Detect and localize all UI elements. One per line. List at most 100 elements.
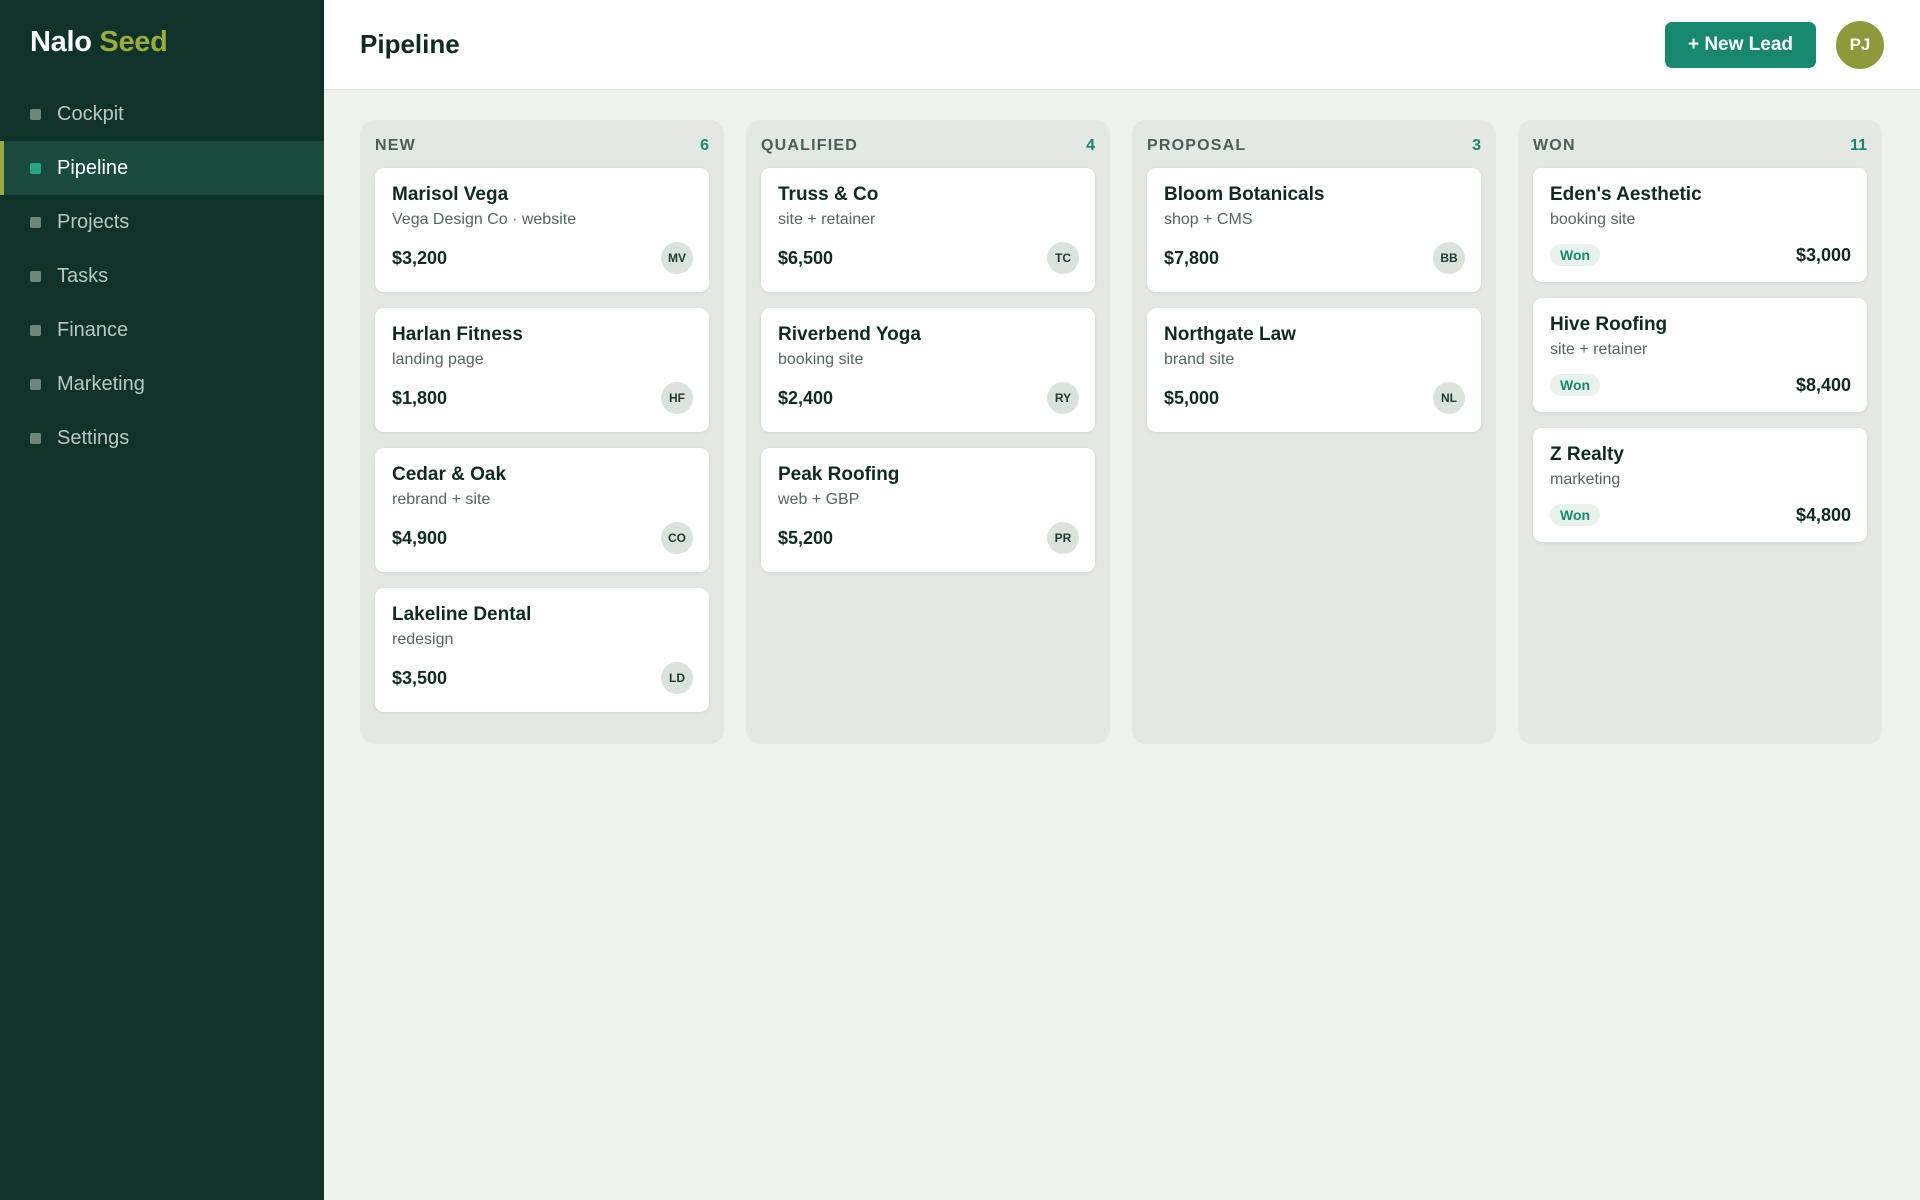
square-bullet-icon [30, 379, 41, 390]
lead-card[interactable]: Riverbend Yoga booking site $2,400 RY [761, 308, 1095, 432]
lead-name: Hive Roofing [1550, 314, 1668, 335]
sidebar-item-label: Tasks [57, 264, 109, 287]
sidebar-item-label: Settings [57, 426, 130, 449]
lead-value: $6,500 [778, 247, 834, 268]
lead-name: Truss & Co [778, 184, 879, 205]
lead-avatar: CO [661, 522, 693, 554]
lead-avatar: TC [1047, 242, 1079, 274]
won-badge: Won [1550, 504, 1601, 526]
lead-name: Riverbend Yoga [778, 324, 921, 345]
brand-accent: Seed [99, 26, 168, 58]
lead-description: booking site [1550, 211, 1636, 228]
sidebar-nav: Cockpit Pipeline Projects Tasks Finance … [0, 87, 324, 465]
lead-description: marketing [1550, 471, 1621, 488]
lead-card[interactable]: Cedar & Oak rebrand + site $4,900 CO [375, 448, 709, 572]
top-bar: Pipeline + New Lead PJ [324, 0, 1920, 90]
won-badge: Won [1550, 374, 1601, 396]
lead-name: Eden's Aesthetic [1550, 184, 1702, 205]
column-won: WON 11 Eden's Aesthetic booking site Won… [1518, 120, 1882, 744]
lead-card[interactable]: Marisol Vega Vega Design Co · website $3… [375, 168, 709, 292]
lead-value: $5,000 [1164, 387, 1220, 408]
lead-card[interactable]: Hive Roofing site + retainer Won $8,400 [1533, 298, 1867, 412]
column-new: NEW 6 Marisol Vega Vega Design Co · webs… [360, 120, 724, 744]
brand-name: Nalo [30, 26, 92, 58]
lead-card[interactable]: Lakeline Dental redesign $3,500 LD [375, 588, 709, 712]
sidebar-item-finance[interactable]: Finance [0, 303, 324, 357]
lead-name: Marisol Vega [392, 184, 509, 205]
lead-name: Z Realty [1550, 444, 1624, 465]
lead-avatar: MV [661, 242, 693, 274]
brand-logo[interactable]: Nalo Seed [30, 26, 168, 59]
sidebar-item-label: Marketing [57, 372, 145, 395]
sidebar-item-marketing[interactable]: Marketing [0, 357, 324, 411]
lead-avatar: PR [1047, 522, 1079, 554]
sidebar-item-projects[interactable]: Projects [0, 195, 324, 249]
lead-avatar: LD [661, 662, 693, 694]
lead-name: Lakeline Dental [392, 604, 532, 625]
lead-card[interactable]: Eden's Aesthetic booking site Won $3,000 [1533, 168, 1867, 282]
lead-value: $3,500 [392, 667, 448, 688]
sidebar: Nalo Seed Cockpit Pipeline Projects Task… [0, 0, 324, 1200]
column-qualified: QUALIFIED 4 Truss & Co site + retainer $… [746, 120, 1110, 744]
square-bullet-icon [30, 325, 41, 336]
lead-card[interactable]: Peak Roofing web + GBP $5,200 PR [761, 448, 1095, 572]
lead-description: shop + CMS [1164, 211, 1253, 228]
column-count: 6 [700, 137, 709, 154]
lead-description: site + retainer [778, 211, 876, 228]
column-header: PROPOSAL 3 [1147, 134, 1481, 158]
square-bullet-icon [30, 217, 41, 228]
lead-description: rebrand + site [392, 491, 491, 508]
new-lead-button[interactable]: + New Lead [1665, 22, 1816, 68]
lead-value: $3,000 [1795, 244, 1851, 265]
lead-value: $5,200 [778, 527, 834, 548]
lead-description: landing page [392, 351, 484, 368]
column-header: NEW 6 [375, 134, 709, 158]
square-bullet-icon [30, 271, 41, 282]
lead-description: booking site [778, 351, 864, 368]
square-bullet-icon [30, 433, 41, 444]
user-avatar[interactable]: PJ [1836, 21, 1884, 69]
sidebar-item-label: Pipeline [57, 156, 129, 179]
column-title: WON [1533, 137, 1576, 154]
sidebar-item-pipeline[interactable]: Pipeline [0, 141, 324, 195]
column-proposal: PROPOSAL 3 Bloom Botanicals shop + CMS $… [1132, 120, 1496, 744]
lead-name: Cedar & Oak [392, 464, 507, 485]
lead-description: site + retainer [1550, 341, 1648, 358]
lead-description: Vega Design Co · website [392, 211, 577, 228]
sidebar-item-tasks[interactable]: Tasks [0, 249, 324, 303]
sidebar-item-cockpit[interactable]: Cockpit [0, 87, 324, 141]
column-title: QUALIFIED [761, 137, 859, 154]
sidebar-item-label: Projects [57, 210, 130, 233]
lead-value: $4,800 [1795, 504, 1851, 525]
sidebar-item-label: Cockpit [57, 102, 124, 125]
lead-card[interactable]: Z Realty marketing Won $4,800 [1533, 428, 1867, 542]
column-title: NEW [375, 137, 416, 154]
column-header: QUALIFIED 4 [761, 134, 1095, 158]
column-count: 3 [1472, 137, 1481, 154]
lead-card[interactable]: Harlan Fitness landing page $1,800 HF [375, 308, 709, 432]
sidebar-item-settings[interactable]: Settings [0, 411, 324, 465]
square-bullet-icon [30, 163, 41, 174]
square-bullet-icon [30, 109, 41, 120]
lead-value: $3,200 [392, 247, 448, 268]
lead-name: Bloom Botanicals [1164, 184, 1325, 205]
lead-value: $1,800 [392, 387, 448, 408]
lead-avatar: BB [1433, 242, 1465, 274]
column-title: PROPOSAL [1147, 137, 1247, 154]
lead-description: web + GBP [778, 491, 860, 508]
column-count: 11 [1850, 137, 1867, 154]
lead-card[interactable]: Northgate Law brand site $5,000 NL [1147, 308, 1481, 432]
lead-card[interactable]: Bloom Botanicals shop + CMS $7,800 BB [1147, 168, 1481, 292]
lead-value: $4,900 [392, 527, 448, 548]
lead-card[interactable]: Truss & Co site + retainer $6,500 TC [761, 168, 1095, 292]
lead-value: $8,400 [1795, 374, 1851, 395]
lead-avatar: NL [1433, 382, 1465, 414]
column-header: WON 11 [1533, 134, 1867, 158]
lead-avatar: RY [1047, 382, 1079, 414]
lead-value: $2,400 [778, 387, 834, 408]
column-count: 4 [1086, 137, 1095, 154]
lead-description: redesign [392, 631, 454, 648]
pipeline-board: NEW 6 Marisol Vega Vega Design Co · webs… [360, 120, 1882, 744]
lead-description: brand site [1164, 351, 1235, 368]
lead-name: Peak Roofing [778, 464, 900, 485]
